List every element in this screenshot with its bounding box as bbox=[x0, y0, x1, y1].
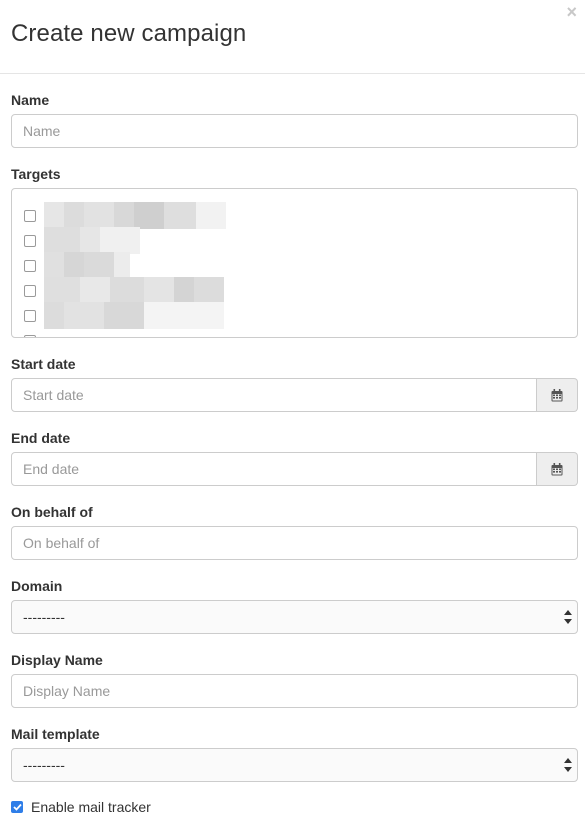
modal-header: Create new campaign bbox=[0, 0, 585, 74]
calendar-icon bbox=[551, 388, 563, 401]
target-checkbox[interactable] bbox=[24, 210, 36, 222]
domain-select[interactable]: --------- bbox=[11, 600, 578, 634]
select-arrows-icon bbox=[564, 758, 572, 772]
domain-selected-value: --------- bbox=[23, 609, 65, 625]
display-name-label: Display Name bbox=[11, 652, 103, 668]
mail-template-selected-value: --------- bbox=[23, 757, 65, 773]
checkmark-icon bbox=[12, 803, 22, 811]
close-icon[interactable]: × bbox=[566, 3, 577, 21]
enable-mail-tracker-option[interactable]: Enable mail tracker bbox=[11, 799, 151, 815]
mail-template-select[interactable]: --------- bbox=[11, 748, 578, 782]
redacted-target-name bbox=[44, 302, 224, 329]
target-checkbox[interactable] bbox=[24, 335, 36, 337]
target-item[interactable] bbox=[24, 202, 324, 229]
display-name-input[interactable]: Display Name bbox=[11, 674, 578, 708]
target-checkbox[interactable] bbox=[24, 310, 36, 322]
start-date-calendar-button[interactable] bbox=[537, 378, 578, 412]
targets-list[interactable] bbox=[11, 188, 578, 338]
end-date-label: End date bbox=[11, 430, 71, 446]
on-behalf-of-input[interactable]: On behalf of bbox=[11, 526, 578, 560]
end-date-group: End date bbox=[11, 452, 578, 486]
enable-mail-tracker-checkbox[interactable] bbox=[11, 801, 23, 813]
redacted-target-name bbox=[44, 277, 224, 304]
target-item[interactable] bbox=[24, 252, 324, 279]
redacted-target-name bbox=[44, 202, 226, 229]
start-date-label: Start date bbox=[11, 356, 76, 372]
target-checkbox[interactable] bbox=[24, 285, 36, 297]
redacted-target-name bbox=[44, 252, 130, 279]
on-behalf-of-label: On behalf of bbox=[11, 504, 93, 520]
modal-title: Create new campaign bbox=[11, 20, 247, 47]
mail-template-label: Mail template bbox=[11, 726, 100, 742]
target-item[interactable] bbox=[24, 277, 324, 304]
start-date-group: Start date bbox=[11, 378, 578, 412]
enable-mail-tracker-label: Enable mail tracker bbox=[31, 799, 151, 815]
targets-label: Targets bbox=[11, 166, 61, 182]
name-input[interactable]: Name bbox=[11, 114, 578, 148]
end-date-calendar-button[interactable] bbox=[537, 452, 578, 486]
end-date-input[interactable]: End date bbox=[11, 452, 538, 486]
select-arrows-icon bbox=[564, 610, 572, 624]
create-campaign-modal: × Create new campaign Name Name Targets bbox=[0, 0, 585, 831]
calendar-icon bbox=[551, 462, 563, 475]
target-item[interactable] bbox=[24, 334, 324, 337]
start-date-input[interactable]: Start date bbox=[11, 378, 538, 412]
redacted-target-name bbox=[44, 227, 140, 254]
target-item[interactable] bbox=[24, 227, 324, 254]
target-checkbox[interactable] bbox=[24, 260, 36, 272]
domain-label: Domain bbox=[11, 578, 63, 594]
target-checkbox[interactable] bbox=[24, 235, 36, 247]
name-label: Name bbox=[11, 92, 50, 108]
target-item[interactable] bbox=[24, 302, 324, 329]
